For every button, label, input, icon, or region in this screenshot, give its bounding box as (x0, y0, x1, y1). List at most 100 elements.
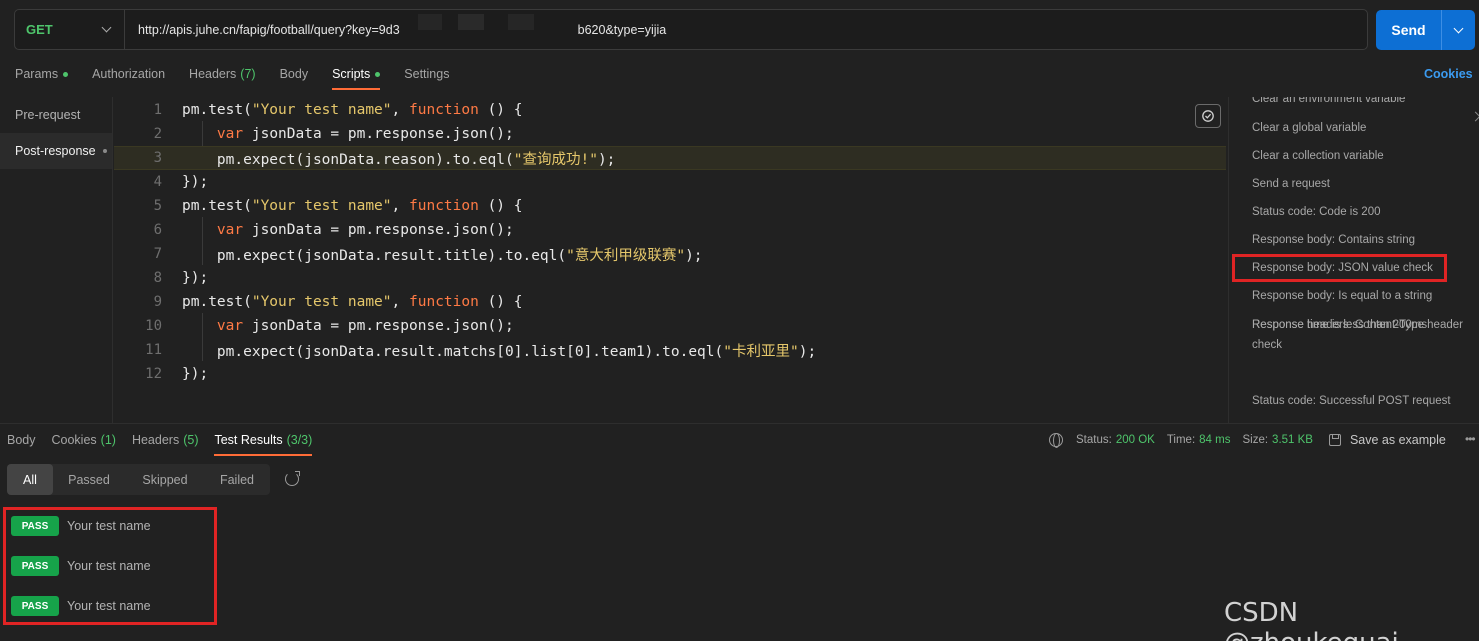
code-line[interactable]: 7 pm.expect(jsonData.result.title).to.eq… (114, 242, 1226, 266)
code-token: pm.test( (182, 198, 252, 214)
code-token: }); (182, 174, 209, 190)
code-token: jsonData = pm.response.json(); (243, 318, 514, 334)
code-token: var (216, 318, 244, 334)
size-value[interactable]: 3.51 KB (1272, 434, 1313, 446)
response-tab-cookies[interactable]: Cookies (1) (52, 426, 116, 454)
time-value[interactable]: 84 ms (1199, 434, 1230, 446)
snippet-item[interactable]: Response body: Is equal to a string (1252, 286, 1472, 306)
tab-scripts[interactable]: Scripts (332, 60, 381, 90)
code-text: pm.expect(jsonData.reason).to.eql("查询成功!… (182, 148, 616, 169)
code-line[interactable]: 4}); (114, 170, 1226, 194)
send-button-group: Send (1376, 10, 1475, 50)
response-tab-test-results[interactable]: Test Results (3/3) (214, 426, 312, 456)
script-nav-post-response[interactable]: Post-response (0, 133, 112, 169)
cookies-link[interactable]: Cookies (1424, 67, 1473, 81)
panel-divider[interactable] (0, 423, 1479, 424)
snippet-item[interactable]: Clear a collection variable (1252, 146, 1472, 166)
code-token: "查询成功!" (513, 151, 598, 168)
method-label: GET (26, 22, 53, 37)
code-token: () { (478, 102, 523, 118)
code-token: , (391, 294, 409, 310)
snippet-item[interactable]: Status code: Code is 200 (1252, 202, 1472, 222)
url-text-start: http://apis.juhe.cn/fapig/football/query… (138, 22, 400, 37)
tab-body[interactable]: Body (280, 60, 309, 88)
code-token: "Your test name" (251, 102, 392, 118)
code-line[interactable]: 8}); (114, 266, 1226, 290)
globe-icon[interactable] (1049, 433, 1063, 448)
code-token: ); (685, 247, 703, 264)
filter-skipped[interactable]: Skipped (125, 464, 205, 495)
snippet-item[interactable]: Response time is less than 200ms (1252, 315, 1472, 335)
status-dot-icon (375, 71, 381, 77)
chevron-down-icon (101, 22, 112, 33)
code-token: "卡利亚里" (723, 343, 799, 360)
tab-headers[interactable]: Headers (7) (189, 60, 256, 88)
tab-authorization[interactable]: Authorization (92, 60, 165, 88)
line-number: 3 (153, 150, 162, 166)
line-number: 11 (145, 342, 162, 358)
code-line[interactable]: 11 pm.expect(jsonData.result.matchs[0].l… (114, 338, 1226, 362)
code-token: var (216, 222, 244, 238)
url-text-end: b620&type=yijia (577, 22, 667, 37)
status-value[interactable]: 200 OK (1116, 434, 1155, 446)
snippet-item[interactable]: Response body: Contains string (1252, 230, 1472, 250)
code-line[interactable]: 10 var jsonData = pm.response.json(); (114, 314, 1226, 338)
snippet-item[interactable]: Clear a global variable (1252, 118, 1472, 138)
code-line[interactable]: 3 pm.expect(jsonData.reason).to.eql("查询成… (114, 146, 1226, 170)
test-result-row: PASS Your test name (11, 596, 151, 616)
nav-label: Post-response (15, 144, 96, 158)
send-options-button[interactable] (1442, 10, 1475, 50)
tab-settings[interactable]: Settings (404, 60, 449, 88)
snippet-item[interactable]: Clear an environment variable (1252, 97, 1472, 109)
code-token: "意大利甲级联赛" (566, 247, 686, 264)
code-line[interactable]: 1 pm.test("Your test name", function () { (114, 98, 1226, 122)
send-button[interactable]: Send (1376, 10, 1442, 50)
code-token: pm.expect(jsonData.reason).to.eql( (182, 151, 514, 168)
refresh-icon[interactable] (285, 471, 300, 486)
filter-passed[interactable]: Passed (53, 464, 125, 495)
code-editor[interactable]: 1 pm.test("Your test name", function () {… (114, 97, 1226, 423)
tab-label: Body (7, 433, 36, 447)
snippet-item[interactable]: Send a request (1252, 174, 1472, 194)
time-label: Time: (1166, 434, 1196, 446)
code-line[interactable]: 12}); (114, 362, 1226, 386)
snippet-item[interactable]: Status code: Successful POST request (1252, 391, 1472, 411)
filter-all[interactable]: All (7, 464, 53, 495)
code-token: function (409, 294, 479, 310)
line-number: 10 (145, 318, 162, 334)
response-tab-headers[interactable]: Headers (5) (132, 426, 199, 454)
code-text: var jsonData = pm.response.json(); (182, 318, 514, 334)
snippets-panel: Clear an environment variable Clear a gl… (1228, 97, 1479, 423)
save-as-example-button[interactable]: Save as example (1328, 433, 1446, 447)
code-line[interactable]: 2 var jsonData = pm.response.json(); (114, 122, 1226, 146)
code-line[interactable]: 5 pm.test("Your test name", function () { (114, 194, 1226, 218)
response-tab-body[interactable]: Body (7, 426, 36, 454)
script-nav-pre-request[interactable]: Pre-request (0, 97, 112, 133)
status-dot-icon (63, 71, 69, 77)
snippets-toggle-button[interactable] (1195, 104, 1221, 128)
more-options-icon[interactable]: ••• (1465, 432, 1476, 446)
tab-label: Headers (189, 67, 237, 81)
filter-failed[interactable]: Failed (205, 464, 269, 495)
code-line[interactable]: 6 var jsonData = pm.response.json(); (114, 218, 1226, 242)
code-token: () { (478, 198, 523, 214)
code-token: }); (182, 366, 209, 382)
tab-label: Params (15, 67, 59, 81)
redaction-block (508, 14, 534, 30)
code-line[interactable]: 9 pm.test("Your test name", function () { (114, 290, 1226, 314)
code-token: pm.test( (182, 294, 252, 310)
code-text: pm.test("Your test name", function () { (182, 294, 523, 310)
test-name: Your test name (67, 599, 151, 613)
size-label: Size: (1242, 434, 1269, 446)
url-input[interactable]: http://apis.juhe.cn/fapig/football/query… (125, 23, 1367, 37)
code-text: var jsonData = pm.response.json(); (182, 126, 514, 142)
tab-label: Cookies (51, 433, 97, 447)
chevron-down-icon (1453, 23, 1464, 33)
code-token: ); (597, 151, 616, 168)
line-number: 7 (153, 246, 162, 262)
snippet-item[interactable]: Response body: JSON value check (1232, 254, 1447, 282)
method-select[interactable]: GET (15, 10, 125, 49)
tab-params[interactable]: Params (15, 60, 69, 88)
watermark: CSDN @zhoukeguai (1224, 598, 1399, 641)
